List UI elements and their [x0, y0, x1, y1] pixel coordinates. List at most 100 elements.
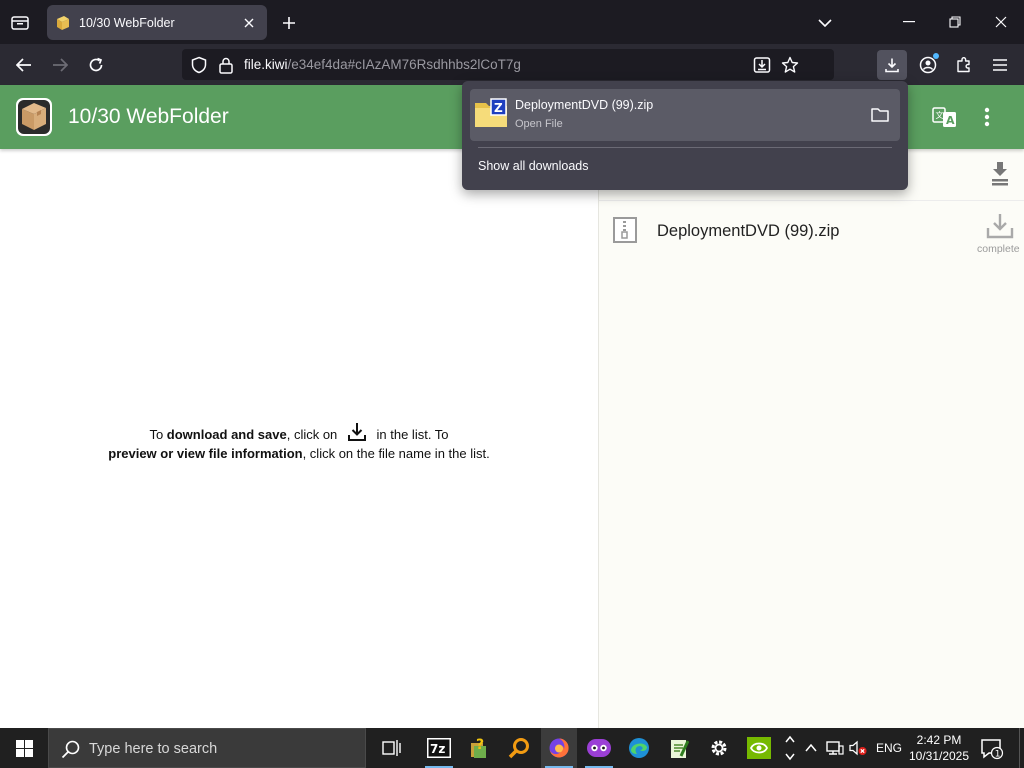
notification-center-icon[interactable]: 1 — [980, 738, 1004, 760]
url-text[interactable]: file.kiwi/e34ef4da#cIAzAM76Rsdhhbs2lCoT7… — [244, 57, 521, 72]
taskbar-help-app[interactable]: ? — [461, 728, 497, 768]
instructions-part: , click on — [286, 427, 341, 442]
url-path: /e34ef4da#cIAzAM76Rsdhhbs2lCoT7g — [287, 57, 521, 72]
taskbar-settings[interactable] — [701, 728, 737, 768]
taskbar-scroll-buttons[interactable] — [783, 730, 797, 766]
tab-close-button[interactable] — [239, 13, 259, 33]
volume-button[interactable] — [848, 738, 868, 758]
reload-button[interactable] — [83, 52, 109, 78]
download-icon — [885, 58, 899, 73]
help-book-icon: ? — [471, 737, 486, 758]
7zip-icon: 7z — [427, 738, 451, 758]
folder-icon[interactable] — [870, 105, 890, 125]
network-button[interactable] — [825, 738, 845, 758]
input-language-indicator[interactable]: ENG — [876, 741, 902, 755]
account-button[interactable] — [915, 52, 941, 78]
star-icon — [781, 56, 799, 73]
edge-icon — [629, 738, 649, 758]
taskbar-nvidia[interactable] — [741, 728, 777, 768]
chevron-up-icon — [805, 744, 817, 752]
firefox-icon — [549, 738, 569, 758]
mask-app-icon — [587, 739, 611, 757]
tab-list-button[interactable] — [8, 10, 32, 34]
account-badge-dot — [933, 53, 939, 59]
start-button[interactable] — [0, 728, 48, 768]
task-view-button[interactable] — [374, 728, 410, 768]
network-icon — [826, 741, 844, 755]
file-row[interactable]: DeploymentDVD (99).zip complete — [599, 202, 1024, 258]
clock-time: 2:42 PM — [916, 733, 962, 747]
arrow-left-icon — [16, 58, 31, 72]
instructions-bold-download: download and save — [166, 427, 287, 442]
puzzle-icon — [957, 57, 970, 73]
chevron-down-icon — [818, 19, 832, 27]
notification-count: 1 — [995, 750, 1001, 760]
more-options-button[interactable] — [976, 104, 998, 130]
reader-download-page-action[interactable] — [752, 55, 772, 75]
instructions-part: To — [149, 427, 167, 442]
instructions-text: To download and save, click on in the li… — [60, 422, 538, 463]
svg-text:Z: Z — [494, 101, 503, 115]
show-all-downloads-button[interactable]: Show all downloads — [478, 159, 589, 173]
show-hidden-icons-button[interactable] — [803, 738, 819, 758]
instructions-part: , click on the file name in the list. — [302, 446, 490, 461]
cardboard-box-logo-icon — [16, 98, 52, 136]
zip-file-icon — [613, 217, 637, 243]
site-title: 10/30 WebFolder — [68, 105, 229, 128]
taskbar-search-tool[interactable] — [501, 728, 537, 768]
taskbar-notepad-plus[interactable] — [661, 728, 697, 768]
magnifier-app-icon — [508, 738, 529, 759]
minimize-button[interactable] — [895, 8, 923, 36]
vertical-dots-icon — [984, 107, 990, 127]
back-button[interactable] — [11, 52, 37, 78]
new-tab-button[interactable] — [278, 12, 300, 34]
downloads-button[interactable] — [877, 50, 907, 80]
app-menu-button[interactable] — [987, 52, 1013, 78]
arrow-right-icon — [53, 58, 68, 72]
list-all-tabs-button[interactable] — [814, 12, 836, 34]
windows-logo-icon — [15, 739, 33, 757]
tab-strip: 10/30 WebFolder — [0, 0, 1024, 44]
show-desktop-button[interactable] — [1019, 728, 1024, 768]
forward-button[interactable] — [47, 52, 73, 78]
minimize-icon — [903, 21, 915, 23]
restore-button[interactable] — [941, 8, 969, 36]
reload-icon — [89, 57, 103, 72]
extensions-button[interactable] — [951, 52, 977, 78]
download-icon — [347, 423, 366, 441]
url-bar[interactable]: file.kiwi/e34ef4da#cIAzAM76Rsdhhbs2lCoT7… — [182, 49, 834, 80]
file-name-link[interactable]: DeploymentDVD (99).zip — [657, 222, 839, 241]
taskbar-7zip[interactable]: 7z — [421, 728, 457, 768]
translate-icon[interactable]: A 文 — [932, 104, 958, 130]
system-clock[interactable]: 2:42 PM 10/31/2025 — [906, 732, 972, 764]
nvidia-icon — [747, 737, 771, 759]
tab-webfolder[interactable]: 10/30 WebFolder — [47, 5, 267, 40]
taskbar-edge[interactable] — [621, 728, 657, 768]
windows-taskbar: Type here to search 7z ? ENG 2:42 PM 10/… — [0, 728, 1024, 768]
panel-separator — [478, 147, 892, 148]
svg-text:7z: 7z — [430, 742, 445, 756]
close-window-button[interactable] — [987, 8, 1015, 36]
download-item-filename: DeploymentDVD (99).zip — [515, 98, 654, 112]
search-icon — [61, 740, 80, 759]
clock-date: 10/31/2025 — [908, 749, 970, 763]
download-item[interactable]: Z DeploymentDVD (99).zip Open File — [470, 89, 900, 141]
download-all-icon[interactable] — [989, 160, 1011, 186]
tab-title: 10/30 WebFolder — [79, 15, 175, 30]
tracking-protection-shield-icon[interactable] — [190, 56, 208, 74]
search-placeholder: Type here to search — [89, 741, 218, 757]
download-item-status: Open File — [515, 118, 563, 130]
taskbar-search-box[interactable]: Type here to search — [48, 728, 366, 768]
download-icon[interactable] — [985, 212, 1015, 240]
taskbar-privacy-app[interactable] — [581, 728, 617, 768]
lock-icon[interactable] — [218, 56, 234, 74]
gear-icon — [711, 740, 727, 756]
taskbar-firefox[interactable] — [541, 728, 577, 768]
chevron-down-icon — [785, 753, 795, 761]
close-icon — [995, 16, 1007, 28]
bookmark-star-button[interactable] — [780, 55, 800, 75]
instructions-part: in the list. To — [372, 427, 449, 442]
speaker-muted-icon — [849, 740, 867, 756]
task-view-icon — [382, 740, 401, 756]
downloads-panel: Z DeploymentDVD (99).zip Open File Show … — [462, 81, 908, 190]
